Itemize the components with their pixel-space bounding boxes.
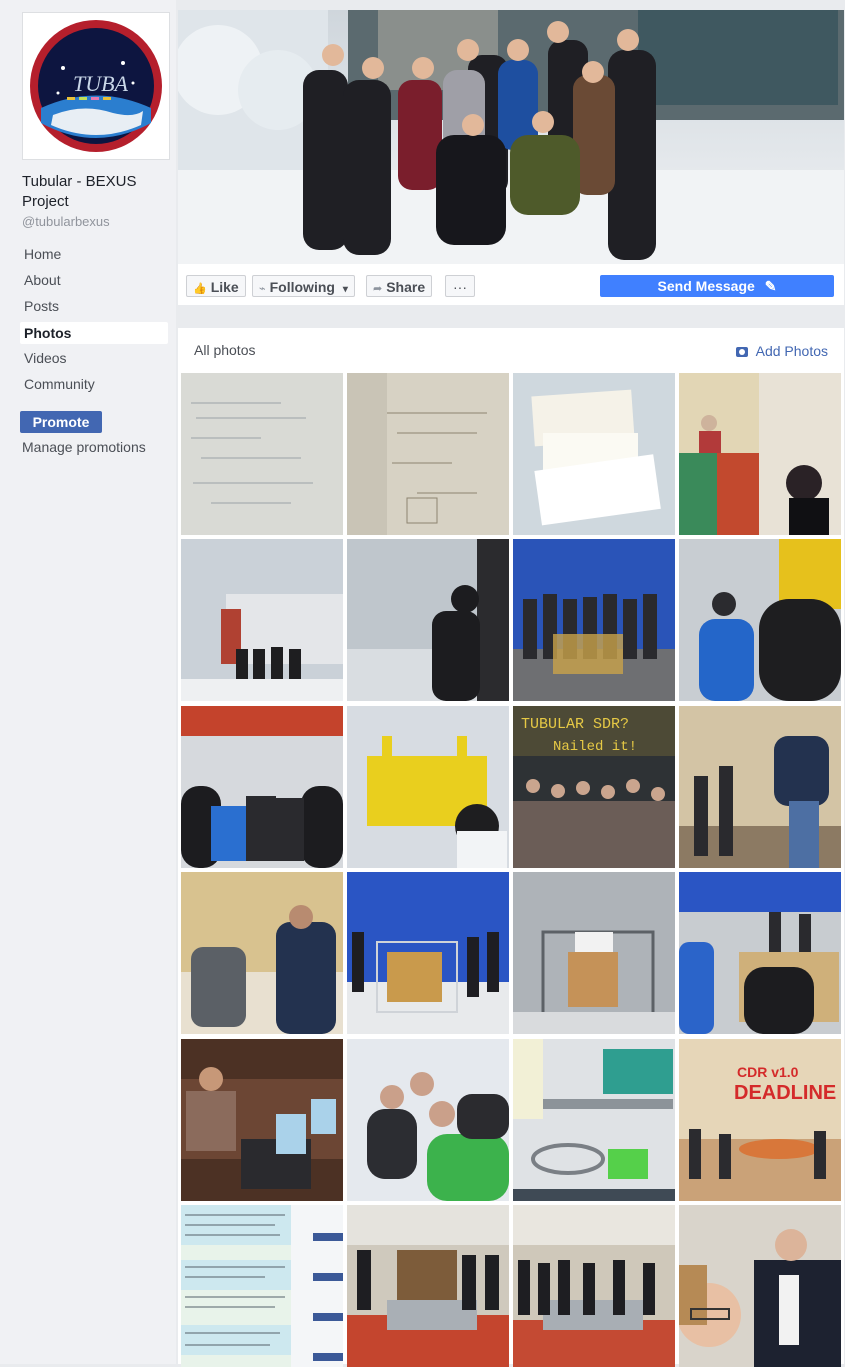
cover-section: 👍 Like ⌁ Following ▾ ➦ Share ··· Send Messa…	[178, 10, 844, 305]
svg-text:DEADLINE: DEADLINE	[734, 1082, 836, 1104]
add-photos-label: Add Photos	[755, 343, 828, 359]
photo-thumbnail[interactable]	[513, 539, 675, 701]
svg-text:Nailed it!: Nailed it!	[553, 739, 637, 755]
photo-thumbnail[interactable]	[347, 706, 509, 868]
manage-promotions-link[interactable]: Manage promotions	[22, 439, 146, 455]
share-arrow-icon: ➦	[373, 283, 383, 295]
like-button[interactable]: 👍 Like	[186, 275, 246, 297]
svg-text:TUBULAR SDR?: TUBULAR SDR?	[521, 716, 629, 733]
cover-photo[interactable]	[178, 10, 844, 264]
add-photos-button[interactable]: Add Photos	[735, 343, 828, 359]
all-photos-heading[interactable]: All photos	[194, 342, 255, 358]
following-button[interactable]: ⌁ Following ▾	[252, 275, 355, 297]
like-label: Like	[210, 279, 239, 295]
svg-text:CDR v1.0: CDR v1.0	[737, 1064, 799, 1080]
photo-thumbnail[interactable]	[513, 872, 675, 1034]
photo-thumbnail[interactable]	[181, 1205, 343, 1367]
photo-thumbnail[interactable]	[347, 539, 509, 701]
nav-item-photos[interactable]: Photos	[20, 322, 168, 344]
share-label: Share	[386, 279, 426, 295]
photo-thumbnail[interactable]	[679, 373, 841, 535]
photo-thumbnail[interactable]	[513, 373, 675, 535]
more-options-button[interactable]: ···	[445, 275, 475, 297]
mission-patch-logo: TUBA	[30, 20, 162, 152]
svg-text:TUBA: TUBA	[73, 71, 129, 96]
photo-thumbnail[interactable]	[679, 706, 841, 868]
photo-thumbnail[interactable]	[181, 872, 343, 1034]
photo-thumbnail[interactable]	[181, 706, 343, 868]
photos-panel: All photos Add Photos TUBULAR SDR? Naile…	[178, 328, 844, 1367]
photo-thumbnail[interactable]	[347, 1039, 509, 1201]
pencil-icon: ✎	[764, 278, 777, 294]
photo-thumbnail[interactable]	[181, 1039, 343, 1201]
chevron-down-icon: ▾	[342, 284, 348, 295]
photo-thumbnail[interactable]: TUBULAR SDR? Nailed it!	[513, 706, 675, 868]
nav-item-posts[interactable]: Posts	[20, 295, 168, 317]
send-message-label: Send Message	[657, 278, 755, 294]
nav-item-community[interactable]: Community	[20, 373, 168, 395]
photo-thumbnail[interactable]	[347, 1205, 509, 1367]
profile-picture[interactable]: TUBA	[22, 12, 170, 160]
photo-thumbnail[interactable]	[347, 373, 509, 535]
photo-grid: TUBULAR SDR? Nailed it! CDR v1.0 DEADLIN…	[181, 373, 841, 1367]
photo-thumbnail[interactable]	[513, 1039, 675, 1201]
camera-icon	[735, 347, 748, 357]
more-dots-icon: ···	[453, 279, 467, 295]
nav-item-videos[interactable]: Videos	[20, 347, 168, 369]
photo-thumbnail[interactable]	[679, 1205, 841, 1367]
promote-button[interactable]: Promote	[20, 411, 102, 433]
share-button[interactable]: ➦ Share	[366, 275, 433, 297]
photo-thumbnail[interactable]	[347, 872, 509, 1034]
rss-icon: ⌁	[259, 283, 266, 295]
photo-thumbnail[interactable]	[513, 1205, 675, 1367]
following-label: Following	[269, 279, 335, 295]
page-handle: @tubularbexus	[22, 214, 110, 229]
photo-thumbnail[interactable]: CDR v1.0 DEADLINE	[679, 1039, 841, 1201]
photo-thumbnail[interactable]	[679, 539, 841, 701]
page-name[interactable]: Tubular - BEXUS Project	[22, 172, 172, 212]
thumbs-up-icon: 👍	[193, 283, 207, 295]
send-message-button[interactable]: Send Message ✎	[600, 275, 834, 297]
nav-item-home[interactable]: Home	[20, 243, 168, 265]
left-sidebar: TUBA Tubular - BEXUS Project @tubularbex…	[0, 0, 176, 1364]
nav-item-about[interactable]: About	[20, 269, 168, 291]
photo-thumbnail[interactable]	[181, 539, 343, 701]
photo-thumbnail[interactable]	[181, 373, 343, 535]
photo-thumbnail[interactable]	[679, 872, 841, 1034]
